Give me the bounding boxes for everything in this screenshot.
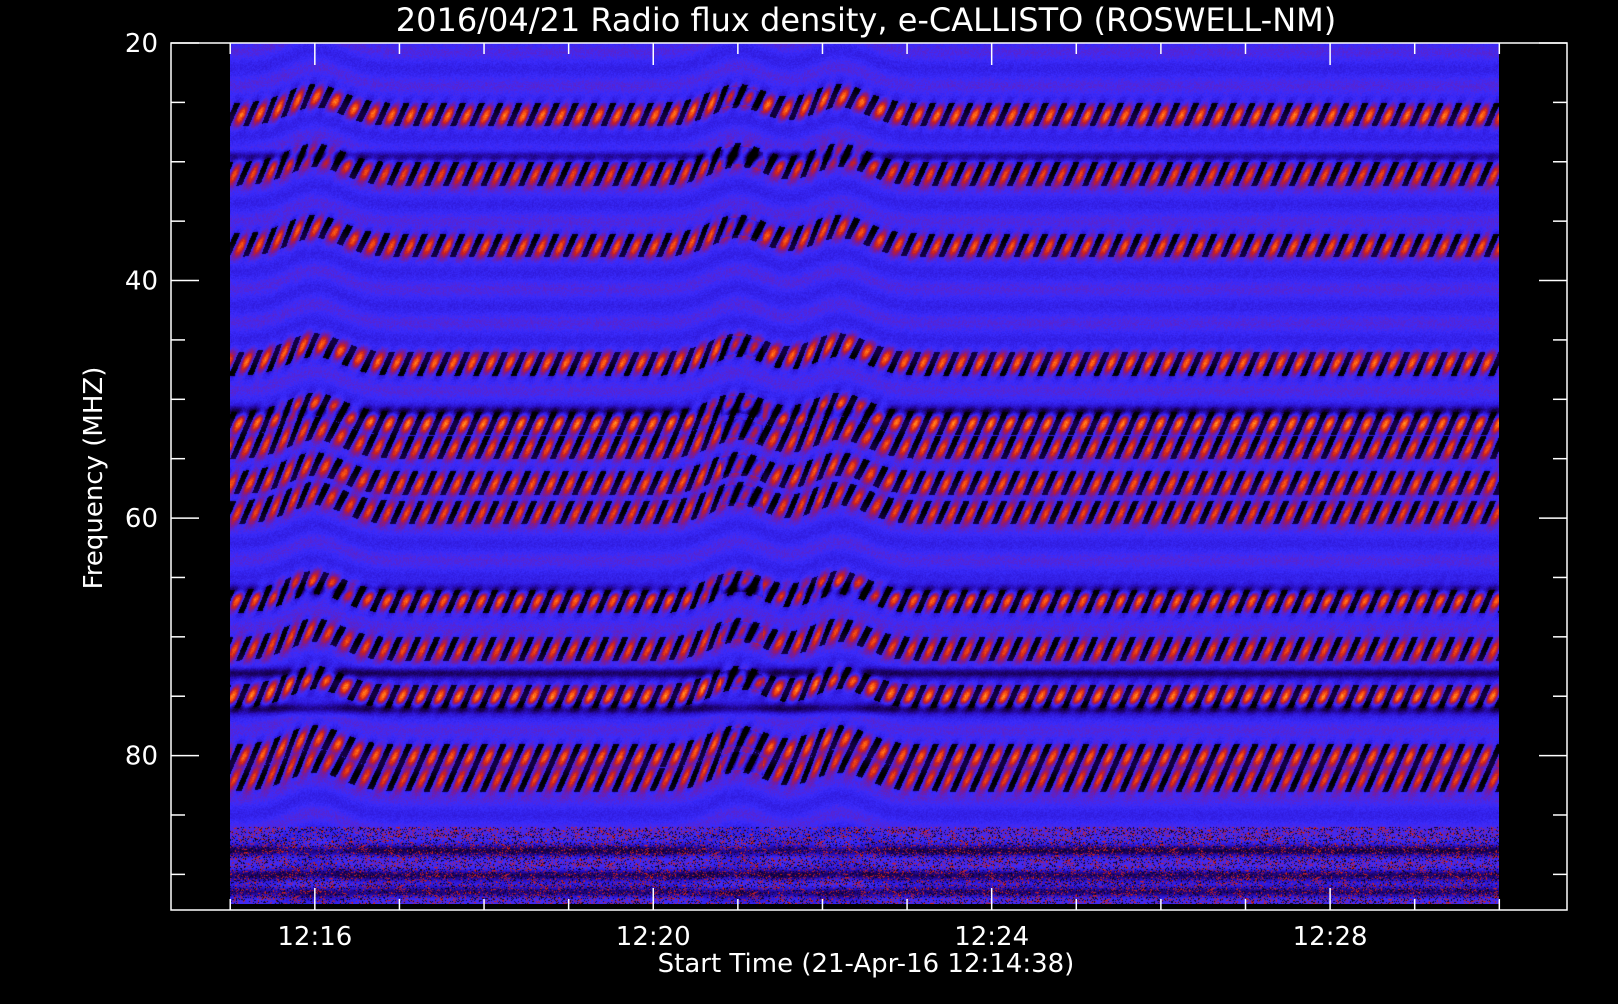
chart-svg: 2016/04/21 Radio flux density, e-CALLIST… xyxy=(79,1,1568,979)
chart-title: 2016/04/21 Radio flux density, e-CALLIST… xyxy=(396,1,1336,39)
x-tick-label: 12:28 xyxy=(1293,922,1368,952)
x-axis-label: Start Time (21-Apr-16 12:14:38) xyxy=(658,949,1075,979)
y-tick-label: 40 xyxy=(125,267,158,297)
spectrogram-chart: 2016/04/21 Radio flux density, e-CALLIST… xyxy=(0,0,1618,1000)
heatmap-image xyxy=(230,43,1499,904)
y-tick-label: 60 xyxy=(125,504,158,534)
x-tick-label: 12:20 xyxy=(616,922,691,952)
x-tick-label: 12:16 xyxy=(277,922,352,952)
y-tick-label: 20 xyxy=(125,29,158,59)
y-axis-label: Frequency (MHZ) xyxy=(79,367,109,590)
x-tick-label: 12:24 xyxy=(954,922,1029,952)
y-tick-label: 80 xyxy=(125,742,158,772)
